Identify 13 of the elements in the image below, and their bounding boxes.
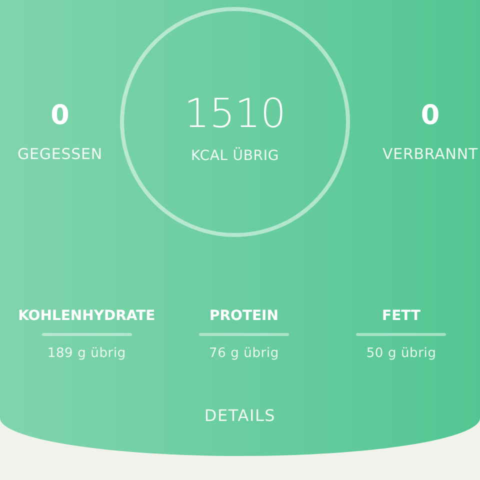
stat-value: 0 — [50, 102, 70, 129]
macro-remaining: 50 g übrig — [366, 345, 436, 363]
stat-label: VERBRANNT — [382, 144, 478, 165]
stat-label: GEGESSEN — [18, 144, 102, 165]
details-link[interactable]: DETAILS — [204, 404, 276, 428]
stat-value: 0 — [420, 102, 440, 129]
calories-remaining: 1510 — [184, 94, 286, 134]
macro-remaining: 189 g übrig — [47, 345, 126, 363]
macro-name: PROTEIN — [210, 307, 278, 326]
macro-name: KOHLENHYDRATE — [18, 307, 156, 326]
calories-label: KCAL ÜBRIG — [190, 146, 280, 166]
macro-remaining: 76 g übrig — [208, 345, 279, 363]
macro-name: FETT — [382, 307, 421, 326]
